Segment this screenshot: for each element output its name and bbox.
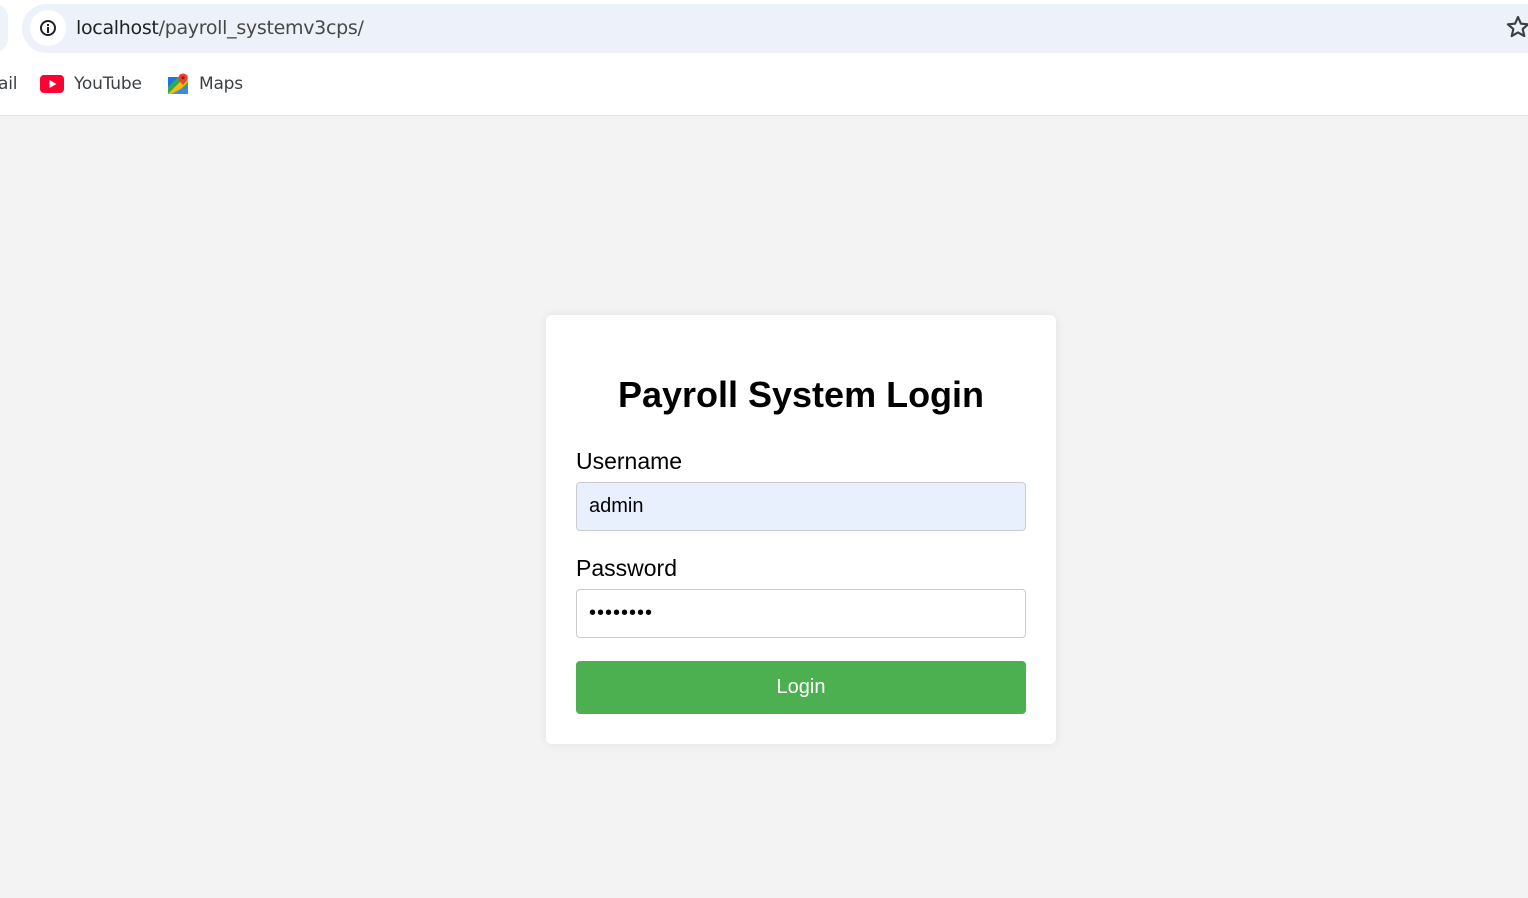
bookmarks-bar: ail YouTube Maps [0, 66, 1528, 102]
bookmark-youtube[interactable]: YouTube [40, 66, 142, 102]
bookmark-label: Maps [199, 74, 243, 94]
info-icon [40, 20, 56, 36]
login-card: Payroll System Login Username admin Pass… [546, 315, 1056, 744]
username-value: admin [589, 495, 644, 517]
bookmark-star-icon[interactable] [1505, 14, 1528, 40]
bookmark-maps[interactable]: Maps [167, 66, 243, 102]
password-label: Password [576, 555, 677, 581]
address-bar[interactable]: localhost/payroll_systemv3cps/ [22, 4, 1528, 53]
browser-chrome: localhost/payroll_systemv3cps/ ail YouTu… [0, 0, 1528, 116]
bookmark-label: ail [0, 74, 18, 94]
bookmark-gmail[interactable]: ail [0, 66, 17, 102]
youtube-icon [40, 75, 64, 93]
username-label: Username [576, 448, 683, 474]
site-info-button[interactable] [30, 10, 66, 46]
bookmark-label: YouTube [74, 74, 142, 94]
url-path: /payroll_systemv3cps/ [158, 17, 364, 39]
username-input[interactable]: admin [576, 482, 1026, 531]
tab-edge[interactable] [0, 4, 8, 52]
maps-icon [168, 73, 188, 94]
password-input[interactable]: •••••••• [576, 589, 1026, 638]
login-button[interactable]: Login [576, 661, 1026, 714]
url-host: localhost [76, 17, 159, 39]
url-text[interactable]: localhost/payroll_systemv3cps/ [76, 17, 364, 39]
password-value: •••••••• [589, 602, 654, 624]
page-title: Payroll System Login [617, 374, 985, 415]
